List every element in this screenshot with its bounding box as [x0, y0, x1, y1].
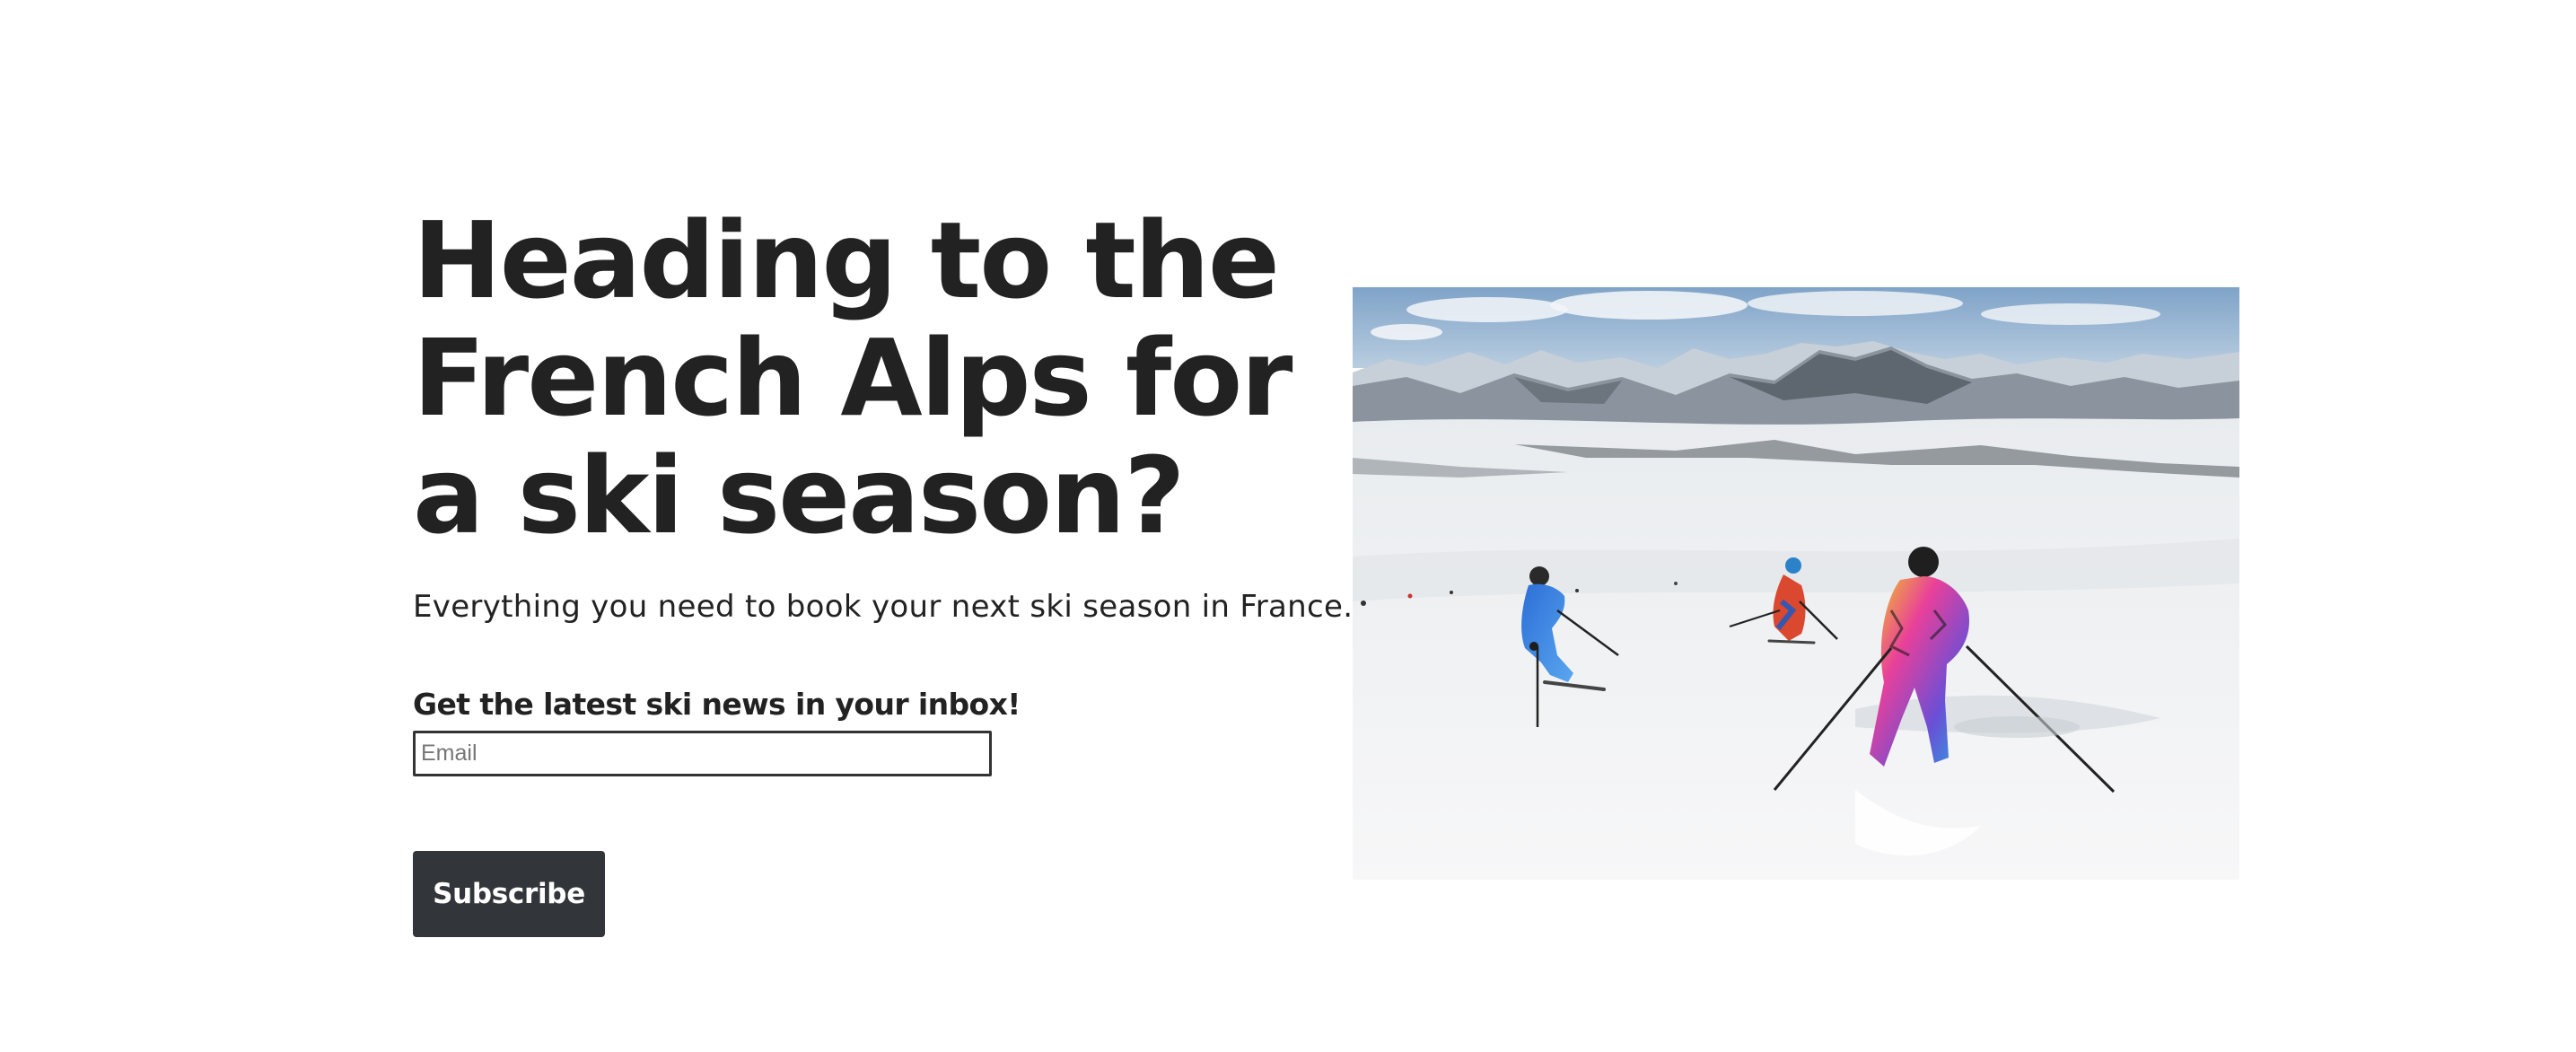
headline-line-2: French Alps for	[413, 316, 1292, 440]
headline-line-3: a ski season?	[413, 434, 1186, 557]
ski-slope-photo	[1353, 287, 2239, 880]
hero-text-column: Heading to the French Alps for a ski sea…	[413, 202, 1353, 937]
headline-line-1: Heading to the	[413, 198, 1280, 322]
page-headline: Heading to the French Alps for a ski sea…	[413, 202, 1310, 555]
subscribe-button[interactable]: Subscribe	[413, 851, 605, 937]
email-input[interactable]	[413, 731, 992, 776]
hero-subtitle: Everything you need to book your next sk…	[413, 589, 1354, 625]
newsletter-heading: Get the latest ski news in your inbox!	[413, 687, 1021, 722]
